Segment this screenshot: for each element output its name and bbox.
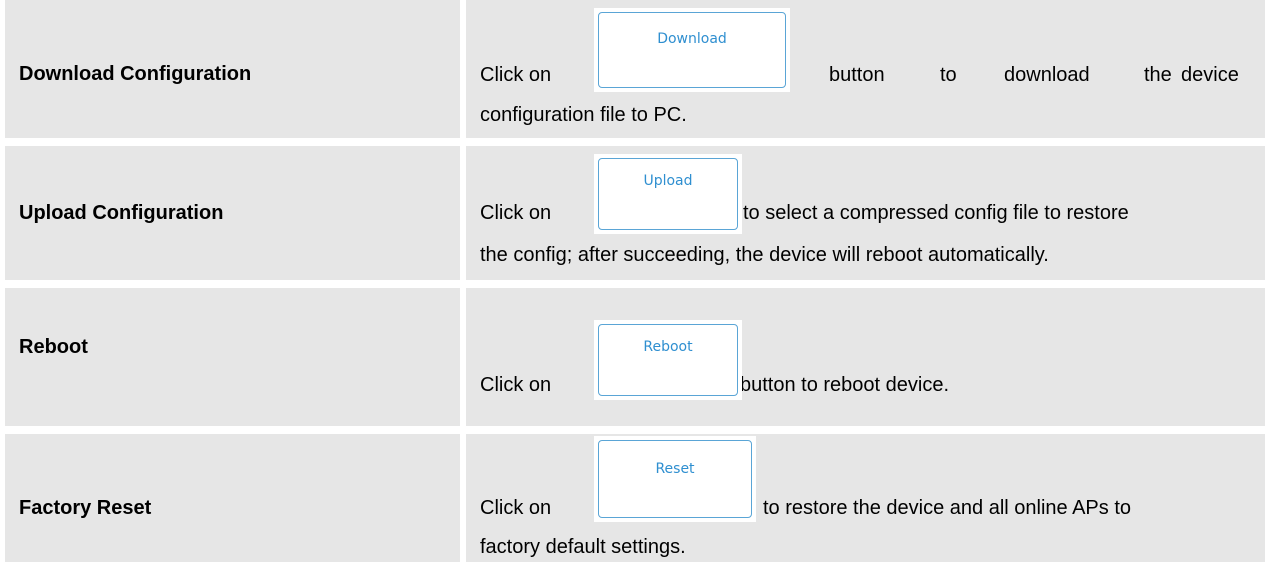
desc-line-2: the config; after succeeding, the device…	[480, 244, 1049, 266]
reset-button-frame: Reset	[594, 436, 756, 522]
row-label: Upload Configuration	[19, 202, 224, 224]
table-row-upload: Upload Configuration Click on to select …	[0, 146, 1270, 280]
label-cell: Reboot	[5, 288, 460, 426]
table-row-reboot: Reboot Click on button to reboot device.…	[0, 288, 1270, 426]
reset-button[interactable]: Reset	[598, 440, 752, 518]
desc-prefix: Click on	[480, 374, 552, 396]
desc-suffix-word: the	[1144, 64, 1172, 86]
reboot-button-frame: Reboot	[594, 320, 742, 400]
download-button-frame: Download	[594, 8, 790, 92]
row-label: Download Configuration	[19, 63, 252, 85]
upload-button[interactable]: Upload	[598, 158, 738, 230]
desc-line-2: configuration file to PC.	[480, 104, 687, 126]
table-row-download: Download Configuration Click on button t…	[0, 0, 1270, 138]
description-cell: Click on button to reboot device.	[466, 288, 1265, 426]
desc-line-2: factory default settings.	[480, 536, 686, 558]
description-cell: Click on button to download the device c…	[466, 0, 1265, 138]
table-row-factory-reset: Factory Reset Click on to restore the de…	[0, 434, 1270, 562]
label-cell: Download Configuration	[5, 0, 460, 138]
desc-prefix: Click on	[480, 202, 552, 224]
desc-suffix: to restore the device and all online APs…	[763, 497, 1132, 519]
label-cell: Factory Reset	[5, 434, 460, 562]
desc-suffix: button to reboot device.	[740, 374, 950, 396]
desc-suffix-word: download	[1004, 64, 1090, 86]
desc-suffix-word: device	[1181, 64, 1239, 86]
desc-suffix-word: to	[940, 64, 957, 86]
desc-prefix: Click on	[480, 497, 552, 519]
reboot-button[interactable]: Reboot	[598, 324, 738, 396]
description-cell: Click on to restore the device and all o…	[466, 434, 1265, 562]
row-label: Reboot	[19, 336, 88, 358]
upload-button-frame: Upload	[594, 154, 742, 234]
description-cell: Click on to select a compressed config f…	[466, 146, 1265, 280]
desc-suffix-word: button	[829, 64, 885, 86]
row-label: Factory Reset	[19, 497, 152, 519]
label-cell: Upload Configuration	[5, 146, 460, 280]
desc-suffix: to select a compressed config file to re…	[743, 202, 1129, 224]
settings-table: Download Configuration Click on button t…	[0, 0, 1270, 562]
desc-prefix: Click on	[480, 64, 552, 86]
download-button[interactable]: Download	[598, 12, 786, 88]
